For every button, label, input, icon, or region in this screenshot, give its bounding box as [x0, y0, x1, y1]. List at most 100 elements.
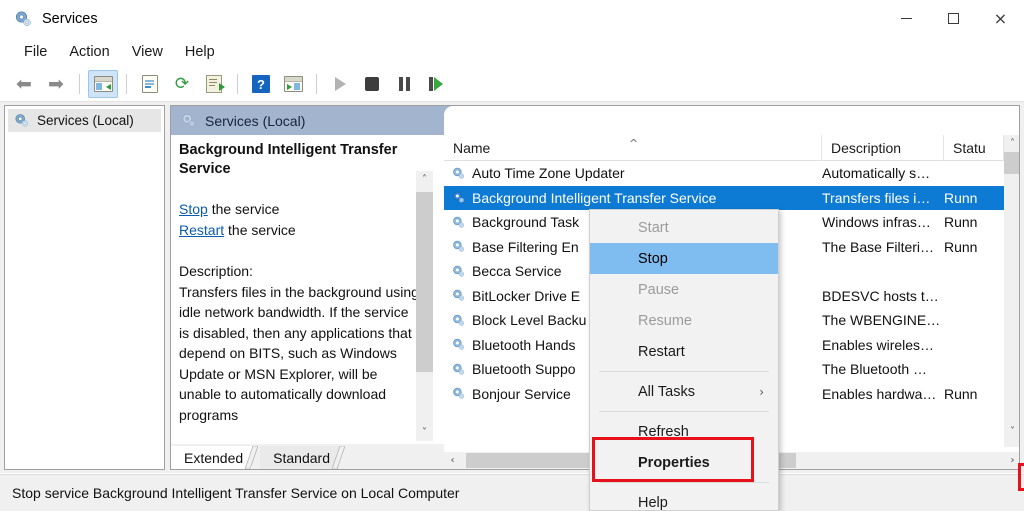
pane-header-label: Services (Local) [205, 112, 306, 129]
column-header-name[interactable]: Name ^ [444, 135, 822, 161]
context-menu-item-label: Start [638, 219, 669, 236]
tree-item-label: Services (Local) [37, 113, 134, 128]
list-vertical-scrollbar[interactable]: ˄ ˅ [1004, 135, 1019, 447]
restart-link-row: Restart the service [179, 220, 421, 241]
column-header-status-label: Statu [953, 140, 986, 156]
service-status: Runn [944, 385, 978, 402]
table-row[interactable]: Auto Time Zone Updater Automatically s… [444, 161, 1004, 186]
toolbar-separator [316, 74, 317, 94]
context-menu-item-start[interactable]: Start [590, 212, 778, 243]
service-title: Background Intelligent Transfer Service [179, 142, 398, 177]
menu-help[interactable]: Help [174, 41, 226, 63]
tree-item-services-local[interactable]: Services (Local) [8, 109, 161, 132]
context-menu-item-label: Pause [638, 281, 680, 298]
context-menu: Start Stop Pause Resume Restart All Task… [589, 209, 779, 511]
scrollbar-thumb[interactable] [416, 192, 433, 372]
start-service-button[interactable] [325, 70, 355, 98]
pause-service-button[interactable] [389, 70, 419, 98]
minimize-button[interactable] [883, 0, 930, 37]
pane-header-notch [444, 106, 1019, 135]
context-menu-item-stop[interactable]: Stop [590, 243, 778, 274]
restart-icon [429, 77, 443, 91]
refresh-button[interactable]: ⟳ [167, 70, 197, 98]
service-name: Block Level Backu [472, 312, 587, 329]
maximize-button[interactable] [930, 0, 977, 37]
help-button[interactable]: ? [246, 70, 276, 98]
description-text: Transfers files in the background using … [179, 283, 419, 423]
list-header: Name ^ Description Statu [444, 135, 1019, 161]
console-tree-pane: Services (Local) [4, 105, 165, 470]
context-menu-item-label: Properties [638, 454, 710, 471]
forward-button[interactable]: ➡ [41, 70, 71, 98]
context-menu-item-all-tasks[interactable]: All Tasks › [590, 376, 778, 407]
context-menu-item-resume[interactable]: Resume [590, 305, 778, 336]
service-name: Bluetooth Suppo [472, 361, 576, 378]
scroll-left-icon[interactable]: ‹ [444, 452, 461, 469]
service-gear-icon [451, 190, 466, 205]
toolbar: ⬅ ➡ ⟳ ? [0, 67, 1024, 102]
tab-standard[interactable]: Standard [260, 446, 345, 469]
stop-icon [365, 77, 379, 91]
restart-service-button[interactable] [421, 70, 451, 98]
service-description: Transfers files i… [822, 189, 931, 206]
tab-divider [332, 446, 345, 469]
context-menu-item-restart[interactable]: Restart [590, 336, 778, 367]
back-button[interactable]: ⬅ [9, 70, 39, 98]
properties-button[interactable] [135, 70, 165, 98]
export-list-button[interactable] [199, 70, 229, 98]
scroll-down-icon[interactable]: ˅ [416, 424, 433, 441]
scroll-down-icon[interactable]: ˅ [1004, 423, 1019, 440]
show-action-pane-button[interactable] [278, 70, 308, 98]
scroll-right-icon[interactable]: › [1004, 452, 1019, 469]
stop-service-link[interactable]: Stop [179, 201, 208, 217]
properties-window-icon [142, 75, 158, 93]
extended-detail-panel: Background Intelligent Transfer Service … [171, 135, 444, 469]
service-action-links: Stop the service Restart the service [179, 199, 421, 241]
close-icon: × [993, 8, 1008, 28]
context-menu-item-label: Refresh [638, 423, 689, 440]
restart-service-link[interactable]: Restart [179, 222, 224, 238]
context-menu-item-refresh[interactable]: Refresh [590, 416, 778, 447]
context-menu-item-label: Stop [638, 250, 668, 267]
service-gear-icon [451, 264, 466, 279]
service-name: Background Intelligent Transfer Service [472, 189, 717, 206]
right-arrow-icon: ➡ [48, 72, 64, 95]
menu-view[interactable]: View [121, 41, 174, 63]
column-header-status[interactable]: Statu [944, 135, 1004, 161]
window-title: Services [42, 10, 98, 27]
context-menu-item-label: All Tasks [638, 383, 695, 400]
toolbar-separator [79, 74, 80, 94]
detail-vertical-scrollbar[interactable]: ˄ ˅ [416, 171, 433, 441]
service-gear-icon [451, 337, 466, 352]
service-gear-icon [451, 239, 466, 254]
show-hide-console-tree-button[interactable] [88, 70, 118, 98]
context-menu-item-help[interactable]: Help [590, 487, 778, 511]
menu-bar: File Action View Help [0, 37, 1024, 67]
menu-file[interactable]: File [13, 41, 58, 63]
column-header-description[interactable]: Description [822, 135, 944, 161]
refresh-icon: ⟳ [174, 73, 190, 94]
status-bar: Stop service Background Intelligent Tran… [0, 474, 1024, 511]
context-menu-item-pause[interactable]: Pause [590, 274, 778, 305]
service-description: The WBENGINE… [822, 312, 941, 329]
service-gear-icon [451, 362, 466, 377]
close-button[interactable]: × [977, 0, 1024, 37]
service-name: Bonjour Service [472, 385, 571, 402]
context-menu-separator [599, 371, 769, 372]
scroll-up-icon[interactable]: ˄ [1004, 135, 1019, 152]
service-status: Runn [944, 238, 978, 255]
table-row[interactable]: Background Intelligent Transfer Service … [444, 185, 1004, 210]
context-menu-item-label: Help [638, 494, 668, 511]
context-menu-item-properties[interactable]: Properties [590, 447, 778, 478]
scroll-up-icon[interactable]: ˄ [416, 171, 433, 188]
stop-link-row: Stop the service [179, 199, 421, 220]
tab-extended[interactable]: Extended [171, 446, 259, 469]
service-name: BitLocker Drive E [472, 287, 581, 304]
menu-action[interactable]: Action [58, 41, 120, 63]
detail-scroll-area: Background Intelligent Transfer Service … [171, 135, 429, 440]
stop-service-button[interactable] [357, 70, 387, 98]
context-menu-item-label: Restart [638, 343, 685, 360]
scrollbar-thumb[interactable] [1004, 152, 1019, 174]
service-gear-icon [451, 313, 466, 328]
service-name: Bluetooth Hands [472, 336, 576, 353]
